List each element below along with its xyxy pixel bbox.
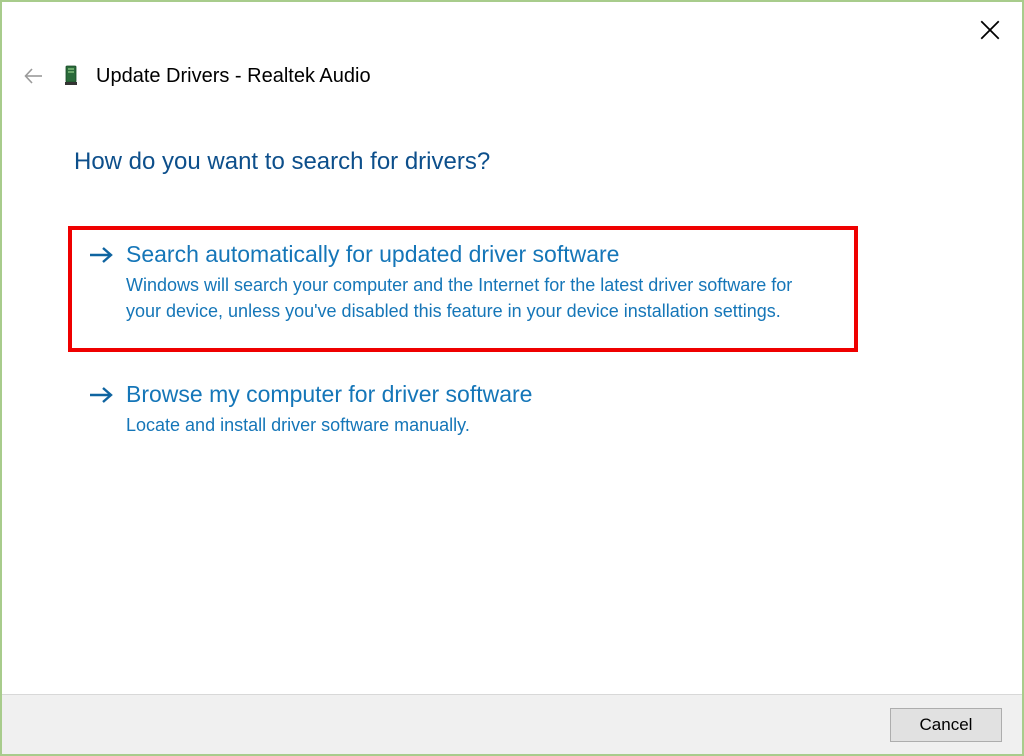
close-button[interactable] xyxy=(980,20,1000,40)
cancel-button[interactable]: Cancel xyxy=(890,708,1002,742)
option-description: Windows will search your computer and th… xyxy=(126,272,806,324)
back-button[interactable] xyxy=(22,64,46,88)
option-search-automatically[interactable]: Search automatically for updated driver … xyxy=(68,226,858,352)
main-heading: How do you want to search for drivers? xyxy=(74,148,490,176)
option-description: Locate and install driver software manua… xyxy=(126,412,806,438)
device-icon xyxy=(64,65,78,87)
close-icon xyxy=(980,20,1000,40)
footer-bar: Cancel xyxy=(2,694,1022,754)
arrow-right-icon xyxy=(88,382,114,408)
window-title: Update Drivers - Realtek Audio xyxy=(96,65,371,88)
option-browse-computer[interactable]: Browse my computer for driver software L… xyxy=(68,366,858,460)
option-content: Browse my computer for driver software L… xyxy=(126,380,838,438)
back-arrow-icon xyxy=(22,64,46,88)
option-title: Browse my computer for driver software xyxy=(126,380,838,410)
option-title: Search automatically for updated driver … xyxy=(126,240,838,270)
option-content: Search automatically for updated driver … xyxy=(126,240,838,324)
options-container: Search automatically for updated driver … xyxy=(68,226,858,460)
header-bar: Update Drivers - Realtek Audio xyxy=(22,64,371,88)
arrow-right-icon xyxy=(88,242,114,268)
